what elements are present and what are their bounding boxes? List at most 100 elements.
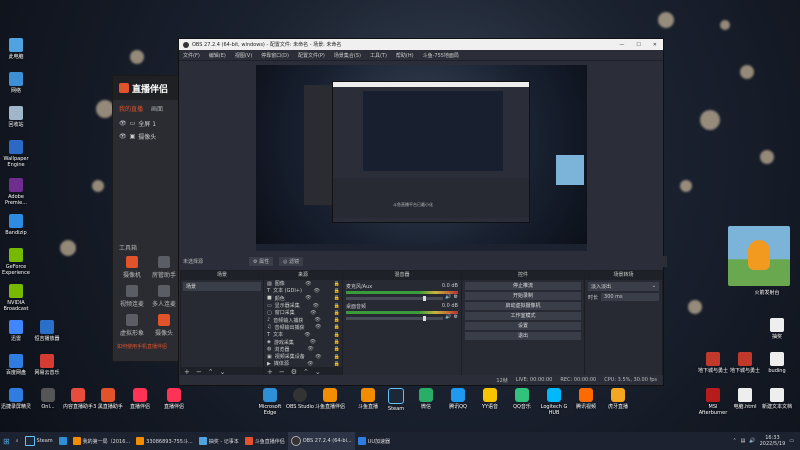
notification-icon[interactable]: ▭: [789, 438, 794, 444]
tool-multi-link[interactable]: 多人连麦: [149, 285, 179, 308]
desktop-icon-recycle-bin[interactable]: 回收站: [0, 106, 35, 128]
source-item[interactable]: ▢ 窗口采集 👁 🔒: [264, 309, 342, 317]
menu-docks[interactable]: 停靠窗口(D): [261, 52, 289, 59]
menu-help[interactable]: 帮助(H): [396, 52, 414, 59]
search-button[interactable]: ⌕: [13, 432, 22, 450]
lock-icon[interactable]: 🔒: [334, 288, 340, 294]
eye-icon[interactable]: 👁: [307, 346, 313, 352]
tab-my-live[interactable]: 我的直播: [119, 104, 143, 113]
desktop-icon[interactable]: 迅捷录屏精灵: [0, 388, 34, 410]
volume-slider[interactable]: [346, 315, 444, 321]
lock-icon[interactable]: 🔒: [334, 354, 340, 360]
taskbar-clock[interactable]: 16:33 2022/5/19: [760, 435, 786, 447]
desktop-icon[interactable]: 直播伴侣: [156, 388, 192, 410]
desktop-icon-this-pc[interactable]: 此电脑: [0, 38, 35, 60]
desktop-icon-huya[interactable]: 虎牙直播: [600, 388, 636, 410]
eye-icon[interactable]: 👁: [314, 288, 320, 294]
lock-icon[interactable]: 🔒: [334, 346, 340, 352]
menu-view[interactable]: 视图(V): [235, 52, 252, 59]
lock-icon[interactable]: 🔒: [334, 361, 340, 367]
source-item[interactable]: ▨ 图像 👁 🔒: [264, 280, 342, 288]
properties-button[interactable]: ⚙ 属性: [249, 257, 274, 266]
eye-icon[interactable]: 👁: [304, 332, 310, 338]
scene-item-fullscreen[interactable]: 👁 ▭ 全屏 1: [113, 117, 183, 130]
eye-icon[interactable]: 👁: [119, 120, 127, 127]
desktop-icon-bandizip[interactable]: Bandizip: [0, 214, 35, 236]
scene-item-camera[interactable]: 👁 ▣ 摄像头: [113, 130, 183, 143]
tool-camera[interactable]: 摄像机: [117, 256, 147, 279]
desktop-icon-nvidia-broadcast[interactable]: NVIDIA Broadcast: [0, 284, 35, 312]
eye-icon[interactable]: 👁: [314, 317, 320, 323]
tool-webcam[interactable]: 摄像头: [149, 314, 179, 337]
close-icon[interactable]: ✕: [653, 42, 657, 48]
network-icon[interactable]: ▤: [741, 438, 746, 444]
lock-icon[interactable]: 🔒: [334, 303, 340, 309]
menu-scene-collection[interactable]: 场景集合(S): [334, 52, 361, 59]
desktop-icon-ghub[interactable]: Logitech G HUB: [536, 388, 572, 416]
menu-file[interactable]: 文件(F): [183, 52, 200, 59]
minimize-icon[interactable]: —: [619, 42, 624, 48]
lock-icon[interactable]: 🔒: [334, 310, 340, 316]
source-item[interactable]: ◍ 浏览器 👁 🔒: [264, 346, 342, 353]
transition-type-select[interactable]: 淡入淡出 ⌄: [588, 282, 659, 291]
taskbar-item-game[interactable]: 我的第一局（2016...: [70, 432, 134, 450]
volume-slider-knob[interactable]: [422, 295, 426, 301]
taskbar-pinned-edge[interactable]: [56, 432, 70, 450]
eye-icon[interactable]: 👁: [119, 133, 127, 140]
tool-room-admin[interactable]: 房管助手: [149, 256, 179, 279]
obs-preview-canvas[interactable]: 斗鱼直播平台已最小化: [256, 65, 587, 251]
source-item[interactable]: ▣ 视频采集设备 👁 🔒: [264, 353, 342, 361]
studio-mode-button[interactable]: 工作室模式: [465, 312, 581, 320]
tab-scene[interactable]: 画面: [151, 104, 163, 113]
menu-profile[interactable]: 配置文件(P): [298, 52, 325, 59]
source-item[interactable]: T 文本 (GDI+) 👁 🔒: [264, 287, 342, 295]
gear-icon[interactable]: ⚙: [454, 314, 458, 320]
desktop-icon[interactable]: 直播伴侣: [122, 388, 158, 410]
desktop-icon-new-text[interactable]: 新建文本文档: [758, 388, 796, 410]
taskbar-item-steam[interactable]: Steam: [22, 432, 56, 450]
desktop-icon[interactable]: 斗鱼直播伴侣: [312, 388, 348, 410]
lock-icon[interactable]: 🔒: [334, 317, 340, 323]
eye-icon[interactable]: 👁: [313, 303, 319, 309]
desktop-icon-wechat[interactable]: 微信: [408, 388, 444, 410]
menu-edit[interactable]: 编辑(E): [209, 52, 226, 59]
desktop-icon-tencent-video[interactable]: 腾讯视频: [568, 388, 604, 410]
desktop-icon-lottery[interactable]: 抽奖: [758, 318, 796, 340]
settings-button[interactable]: 设置: [465, 322, 581, 330]
eye-icon[interactable]: 👁: [305, 295, 311, 301]
lock-icon[interactable]: 🔒: [334, 324, 340, 330]
eye-icon[interactable]: 👁: [310, 310, 316, 316]
duration-input[interactable]: 300 ms: [601, 293, 659, 301]
filters-button[interactable]: ◎ 滤镜: [279, 257, 304, 266]
source-item[interactable]: ■ 颜色 👁 🔒: [264, 295, 342, 302]
desktop-icon-rocket[interactable]: 火箭发射台: [744, 290, 790, 296]
taskbar-item-live-companion[interactable]: 斗鱼直播伴侣: [242, 432, 288, 450]
taskbar-item-notepad[interactable]: 抽奖 - 记事本: [196, 432, 242, 450]
speaker-icon[interactable]: 🔊: [445, 314, 451, 320]
volume-slider[interactable]: [346, 295, 444, 301]
volume-icon[interactable]: 🔊: [749, 438, 755, 444]
taskbar-item-douyu[interactable]: 33086893-755斗...: [133, 432, 196, 450]
menu-douyu[interactable]: 斗鱼-755地面局: [423, 52, 459, 59]
desktop-icon-premiere[interactable]: Adobe Premie...: [0, 178, 35, 206]
lock-icon[interactable]: 🔒: [334, 281, 340, 287]
speaker-icon[interactable]: 🔊: [445, 294, 451, 300]
tool-video-link[interactable]: 视频连麦: [117, 285, 147, 308]
start-recording-button[interactable]: 开始录制: [465, 292, 581, 300]
lock-icon[interactable]: 🔒: [334, 332, 340, 338]
tool-avatar[interactable]: 虚拟形象: [117, 314, 147, 337]
taskbar-item-uu[interactable]: UU加速器: [355, 432, 393, 450]
desktop-icon-buding[interactable]: buding: [758, 352, 796, 374]
desktop-icon-qq[interactable]: 腾讯QQ: [440, 388, 476, 410]
lock-icon[interactable]: 🔒: [334, 295, 340, 301]
desktop-icon-player[interactable]: 恒吉播放器: [28, 320, 66, 342]
rocket-widget[interactable]: [728, 226, 790, 286]
eye-icon[interactable]: 👁: [305, 281, 311, 287]
start-button[interactable]: ⊞: [0, 432, 13, 450]
desktop-icon-netease-music[interactable]: 网易云音乐: [28, 354, 66, 376]
stop-streaming-button[interactable]: 停止推流: [465, 282, 581, 290]
eye-icon[interactable]: 👁: [310, 339, 316, 345]
eye-icon[interactable]: 👁: [315, 354, 321, 360]
desktop-icon-network[interactable]: 网络: [0, 72, 35, 94]
desktop-icon-qq-music[interactable]: QQ音乐: [504, 388, 540, 410]
